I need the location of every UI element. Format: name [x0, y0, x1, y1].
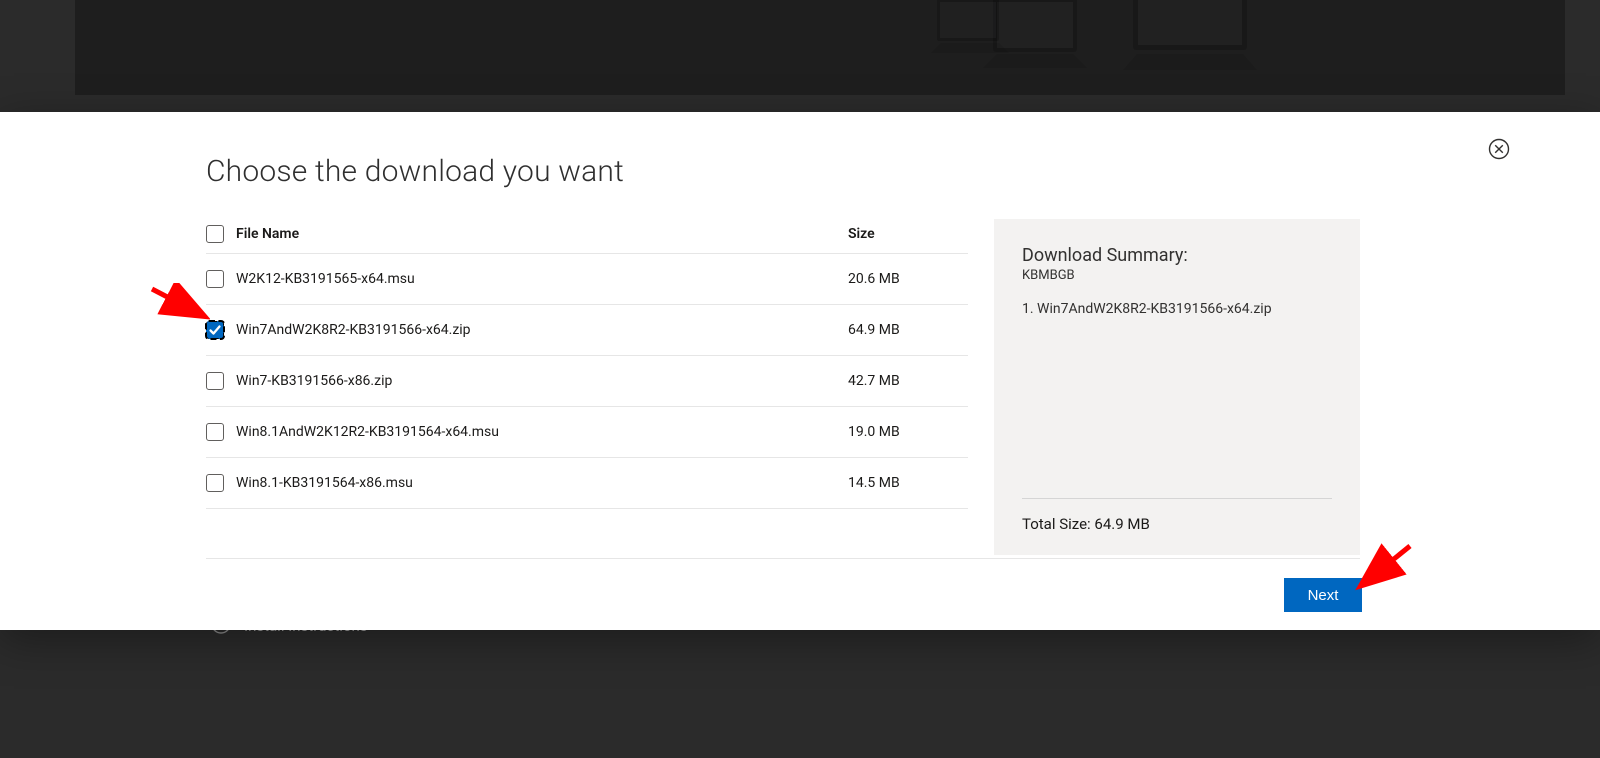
- check-icon: [208, 323, 222, 337]
- file-table: File Name Size W2K12-KB3191565-x64.msu20…: [206, 219, 968, 509]
- file-name: Win7AndW2K8R2-KB3191566-x64.zip: [236, 322, 848, 338]
- file-size: 20.6 MB: [848, 271, 968, 287]
- summary-item: 1. Win7AndW2K8R2-KB3191566-x64.zip: [1022, 301, 1332, 317]
- device-laptop-icon: [1115, 0, 1265, 80]
- file-name: Win8.1AndW2K12R2-KB3191564-x64.msu: [236, 424, 848, 440]
- file-name: Win7-KB3191566-x86.zip: [236, 373, 848, 389]
- summary-units: KBMBGB: [1022, 268, 1332, 283]
- table-row: Win8.1AndW2K12R2-KB3191564-x64.msu19.0 M…: [206, 407, 968, 458]
- device-laptop-icon: [925, 0, 1015, 65]
- select-all-checkbox[interactable]: [206, 225, 224, 243]
- file-size: 42.7 MB: [848, 373, 968, 389]
- next-button[interactable]: Next: [1284, 578, 1362, 612]
- file-checkbox[interactable]: [206, 474, 224, 492]
- summary-card: Download Summary: KBMBGB 1. Win7AndW2K8R…: [994, 219, 1360, 555]
- column-header-size: Size: [848, 226, 968, 242]
- total-label: Total Size:: [1022, 515, 1091, 533]
- close-button[interactable]: [1488, 138, 1510, 160]
- file-size: 14.5 MB: [848, 475, 968, 491]
- page-dark-bottom: [0, 630, 1600, 758]
- download-modal: Choose the download you want File Name S…: [0, 112, 1600, 630]
- file-checkbox[interactable]: [206, 270, 224, 288]
- table-row: Win7AndW2K8R2-KB3191566-x64.zip64.9 MB: [206, 305, 968, 356]
- summary-divider: [1022, 498, 1332, 499]
- table-row: W2K12-KB3191565-x64.msu20.6 MB: [206, 254, 968, 305]
- table-header: File Name Size: [206, 219, 968, 254]
- page-hero-band: [75, 0, 1565, 95]
- close-icon: [1488, 138, 1510, 160]
- file-checkbox[interactable]: [206, 321, 224, 339]
- file-name: Win8.1-KB3191564-x86.msu: [236, 475, 848, 491]
- table-row: Win7-KB3191566-x86.zip42.7 MB: [206, 356, 968, 407]
- table-row: Win8.1-KB3191564-x86.msu14.5 MB: [206, 458, 968, 509]
- file-checkbox[interactable]: [206, 372, 224, 390]
- summary-heading: Download Summary:: [1022, 245, 1332, 266]
- modal-title: Choose the download you want: [206, 154, 1360, 189]
- total-value: 64.9 MB: [1094, 515, 1149, 533]
- summary-list: 1. Win7AndW2K8R2-KB3191566-x64.zip: [1022, 301, 1332, 321]
- file-name: W2K12-KB3191565-x64.msu: [236, 271, 848, 287]
- summary-total: Total Size: 64.9 MB: [1022, 515, 1332, 533]
- file-size: 19.0 MB: [848, 424, 968, 440]
- footer-divider: [206, 558, 1360, 559]
- file-checkbox[interactable]: [206, 423, 224, 441]
- column-header-name: File Name: [236, 226, 848, 242]
- file-size: 64.9 MB: [848, 322, 968, 338]
